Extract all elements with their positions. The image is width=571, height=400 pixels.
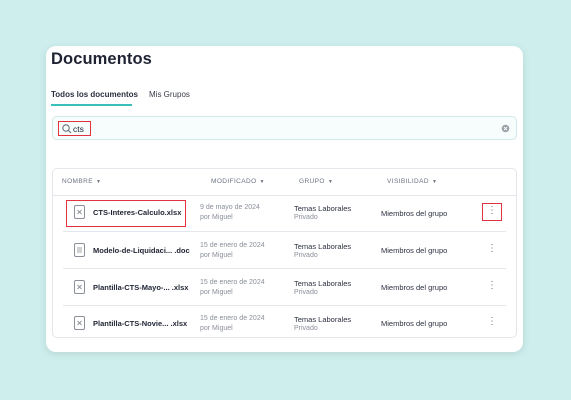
- file-name-link[interactable]: CTS-Interes-Calculo.xlsx: [93, 208, 181, 217]
- group-type: Privado: [294, 325, 318, 332]
- modified-by: por Miguel: [200, 252, 233, 259]
- modified-date: 15 de enero de 2024: [200, 279, 265, 286]
- column-header-group[interactable]: GRUPO ▼: [299, 178, 333, 185]
- file-name-link[interactable]: Plantilla-CTS-Novie... .xlsx: [93, 319, 187, 328]
- tab-my-groups[interactable]: Mis Grupos: [149, 90, 190, 99]
- more-vertical-icon: ⋮: [487, 280, 497, 291]
- search-input[interactable]: [73, 122, 273, 136]
- table-row[interactable]: CTS-Interes-Calculo.xlsx 9 de mayo de 20…: [63, 195, 506, 232]
- group-type: Privado: [294, 214, 318, 221]
- table-row[interactable]: Plantilla-CTS-Novie... .xlsx 15 de enero…: [63, 305, 506, 341]
- active-tab-indicator: [51, 104, 132, 106]
- column-header-modified[interactable]: MODIFICADO ▼: [211, 178, 265, 185]
- modified-date: 9 de mayo de 2024: [200, 204, 260, 211]
- documents-table: NOMBRE ▼ MODIFICADO ▼ GRUPO ▼ VISIBILIDAD ▼ …: [52, 168, 517, 338]
- tab-all-documents[interactable]: Todos los documentos: [51, 90, 138, 99]
- visibility-value: Miembros del grupo: [381, 319, 448, 328]
- table-row[interactable]: Modelo-de-Liquidaci... .doc 15 de enero …: [63, 232, 506, 269]
- excel-file-icon: [74, 205, 85, 219]
- group-type: Privado: [294, 252, 318, 259]
- row-menu-button[interactable]: ⋮: [485, 241, 499, 259]
- row-menu-button[interactable]: ⋮: [485, 314, 499, 332]
- modified-by: por Miguel: [200, 325, 233, 332]
- search-icon: [62, 124, 72, 134]
- modified-date: 15 de enero de 2024: [200, 242, 265, 249]
- page-title: Documentos: [51, 50, 152, 68]
- documents-panel: Documentos Todos los documentos Mis Grup…: [46, 46, 523, 352]
- modified-by: por Miguel: [200, 214, 233, 221]
- visibility-value: Miembros del grupo: [381, 246, 448, 255]
- file-name-link[interactable]: Plantilla-CTS-Mayo-... .xlsx: [93, 283, 188, 292]
- visibility-value: Miembros del grupo: [381, 283, 448, 292]
- excel-file-icon: [74, 280, 85, 294]
- group-name[interactable]: Temas Laborales: [294, 242, 351, 251]
- search-box[interactable]: [52, 116, 517, 140]
- group-name[interactable]: Temas Laborales: [294, 279, 351, 288]
- column-header-visibility[interactable]: VISIBILIDAD ▼: [387, 178, 437, 185]
- more-vertical-icon: ⋮: [487, 316, 497, 327]
- row-menu-button[interactable]: ⋮: [482, 203, 502, 221]
- group-name[interactable]: Temas Laborales: [294, 315, 351, 324]
- row-menu-button[interactable]: ⋮: [485, 278, 499, 296]
- doc-file-icon: [74, 243, 85, 257]
- group-type: Privado: [294, 289, 318, 296]
- more-vertical-icon: ⋮: [487, 205, 497, 216]
- file-name-link[interactable]: Modelo-de-Liquidaci... .doc: [93, 246, 190, 255]
- table-header: NOMBRE ▼ MODIFICADO ▼ GRUPO ▼ VISIBILIDAD ▼: [53, 169, 516, 196]
- modified-by: por Miguel: [200, 289, 233, 296]
- clear-search-icon[interactable]: [501, 124, 510, 133]
- table-row[interactable]: Plantilla-CTS-Mayo-... .xlsx 15 de enero…: [63, 269, 506, 306]
- group-name[interactable]: Temas Laborales: [294, 204, 351, 213]
- column-header-name[interactable]: NOMBRE ▼: [62, 178, 101, 185]
- excel-file-icon: [74, 316, 85, 330]
- modified-date: 15 de enero de 2024: [200, 315, 265, 322]
- more-vertical-icon: ⋮: [487, 243, 497, 254]
- visibility-value: Miembros del grupo: [381, 209, 448, 218]
